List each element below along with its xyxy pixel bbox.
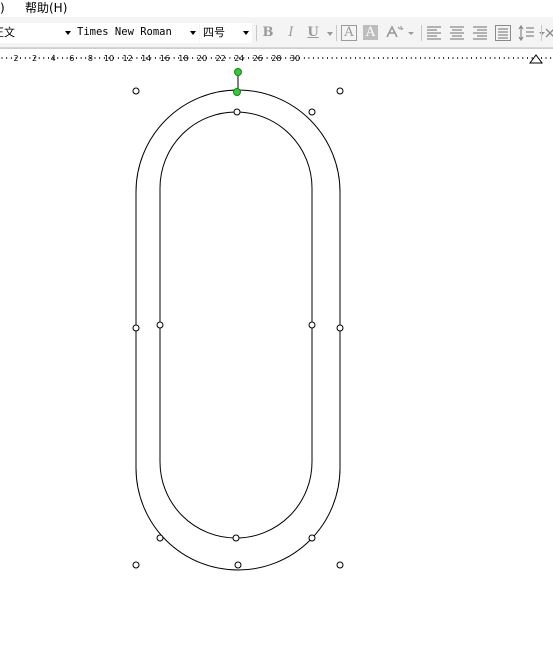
ruler-label: 16: [160, 54, 170, 63]
resize-handle-right[interactable]: [336, 324, 344, 332]
ruler-label: 2: [13, 54, 18, 63]
ruler-label: 26: [253, 54, 263, 63]
close-icon[interactable]: [544, 27, 553, 39]
style-combo[interactable]: 正文: [0, 23, 74, 43]
font-combo-value: Times New Roman: [77, 26, 172, 38]
inner-handle-right[interactable]: [308, 321, 316, 329]
inner-handle-bottom-right[interactable]: [308, 534, 316, 542]
size-combo[interactable]: 四号: [200, 23, 252, 43]
size-combo-value: 四号: [203, 26, 225, 39]
italic-button[interactable]: I: [283, 25, 299, 41]
resize-handle-left[interactable]: [132, 324, 140, 332]
ruler-label: 14: [141, 54, 151, 63]
resize-handle-top-right[interactable]: [336, 87, 344, 95]
menu-bar: ) 帮助(H): [0, 0, 553, 17]
ruler-label: 22: [216, 54, 226, 63]
menu-item-help[interactable]: 帮助(H): [25, 1, 67, 15]
outer-stadium-shape[interactable]: [135, 89, 341, 571]
toolbar-separator: [421, 25, 422, 41]
inner-handle-left[interactable]: [156, 321, 164, 329]
resize-handle-bottom-left[interactable]: [132, 561, 140, 569]
drawing-area: [132, 68, 344, 571]
align-left-icon[interactable]: [426, 26, 442, 40]
inner-handle-top[interactable]: [233, 108, 241, 116]
align-right-icon[interactable]: [472, 26, 488, 40]
justify-icon[interactable]: [495, 25, 511, 41]
ruler-label: 2: [32, 54, 37, 63]
toolbar-separator: [541, 25, 542, 41]
formatting-toolbar: 正文 Times New Roman 四号 B I U A A: [0, 17, 553, 48]
chevron-down-icon[interactable]: [327, 32, 333, 36]
ruler-label: 28: [271, 54, 281, 63]
bold-button[interactable]: B: [260, 25, 276, 41]
ruler-label: 12: [123, 54, 133, 63]
style-combo-value: 正文: [0, 26, 15, 39]
menu-item-partial[interactable]: ): [0, 1, 5, 15]
ruler-label: 18: [178, 54, 188, 63]
horizontal-ruler[interactable]: 2 2 4 6 8 10 12 14 16 18 20 22 24 26 28 30: [0, 48, 553, 67]
ruler-label: 20: [197, 54, 207, 63]
char-border-button[interactable]: A: [341, 25, 357, 41]
adjust-handle[interactable]: [233, 88, 241, 96]
document-canvas[interactable]: [0, 66, 553, 654]
inner-handle-bottom[interactable]: [232, 534, 240, 542]
inner-stadium-shape[interactable]: [159, 111, 313, 539]
ruler-label: 10: [104, 54, 114, 63]
resize-handle-bottom[interactable]: [234, 561, 242, 569]
font-combo[interactable]: Times New Roman: [74, 23, 199, 43]
chevron-down-icon[interactable]: [190, 31, 196, 35]
chevron-down-icon[interactable]: [243, 31, 249, 35]
ruler-label: 4: [51, 54, 56, 63]
inner-handle-top-right[interactable]: [308, 108, 316, 116]
ruler-scale: 2 2 4 6 8 10 12 14 16 18 20 22 24 26 28 30: [1, 54, 552, 64]
text-effect-icon[interactable]: [385, 24, 415, 42]
align-center-icon[interactable]: [449, 26, 465, 40]
ruler-label: 6: [69, 54, 74, 63]
resize-handle-top-left[interactable]: [132, 87, 140, 95]
chevron-down-icon[interactable]: [65, 31, 71, 35]
toolbar-separator: [336, 25, 337, 41]
toolbar-separator: [256, 25, 257, 41]
resize-handle-bottom-right[interactable]: [336, 561, 344, 569]
char-shading-button[interactable]: A: [363, 25, 378, 40]
ruler-label: 30: [290, 54, 300, 63]
underline-button[interactable]: U: [305, 25, 321, 41]
ruler-label: 8: [88, 54, 93, 63]
rotate-handle[interactable]: [234, 68, 242, 76]
ruler-label: 24: [234, 54, 244, 63]
inner-handle-bottom-left[interactable]: [156, 534, 164, 542]
